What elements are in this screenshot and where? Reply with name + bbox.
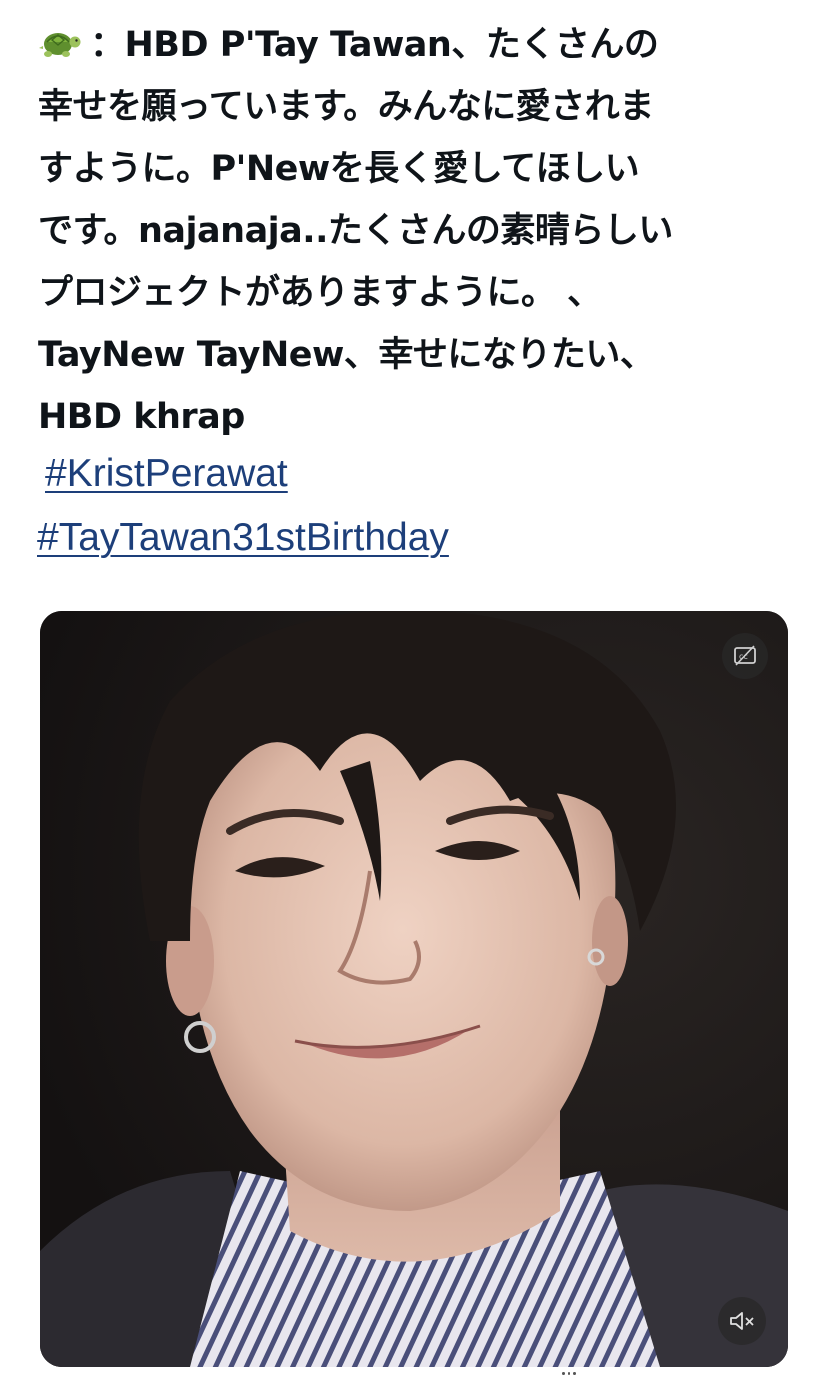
tweet-text: ：HBD P'Tay Tawan、たくさんの 幸せを願っています。みんなに愛され… (38, 14, 798, 448)
tweet-line: プロジェクトがありますように。 、 (38, 273, 602, 313)
video-frame (40, 611, 788, 1367)
mute-button[interactable] (718, 1297, 766, 1345)
closed-captions-button[interactable]: cc (722, 633, 768, 679)
tweet-line: です。najanaja..たくさんの素晴らしい (38, 211, 673, 251)
video-player[interactable]: cc (40, 611, 788, 1367)
hashtag-link[interactable]: #TayTawan31stBirthday (37, 516, 449, 560)
tweet-line: すように。P'Newを長く愛してほしい (38, 149, 640, 189)
hashtag-link[interactable]: #KristPerawat (45, 452, 288, 496)
tweet-line: ：HBD P'Tay Tawan、たくさんの (38, 14, 798, 76)
tweet-line: HBD khrap (38, 397, 245, 437)
tweet-line: 幸せを願っています。みんなに愛されま (38, 87, 654, 127)
tweet-line: TayNew TayNew、幸せになりたい、 (38, 335, 655, 375)
closed-captions-icon: cc (734, 645, 756, 666)
turtle-emoji-icon (38, 20, 82, 60)
more-indicator (562, 1372, 577, 1376)
volume-muted-icon (730, 1312, 754, 1330)
tweet-line-text: ：HBD P'Tay Tawan、たくさんの (90, 25, 659, 65)
